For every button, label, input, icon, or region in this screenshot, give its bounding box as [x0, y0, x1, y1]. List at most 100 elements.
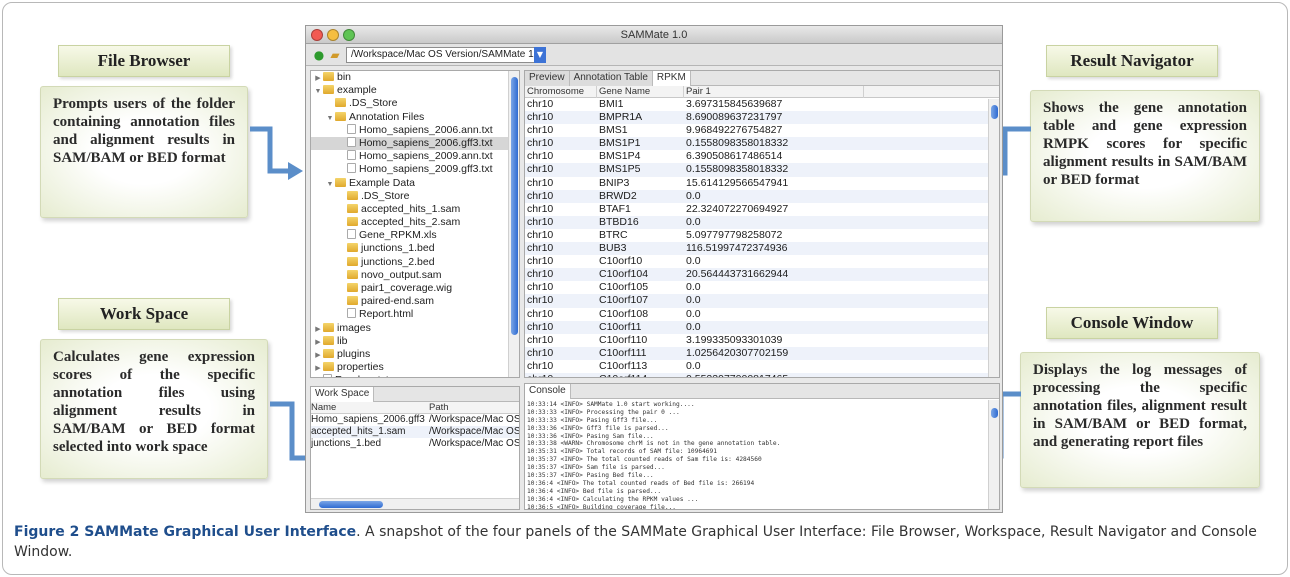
tree-item[interactable]: Homo_sapiens_2009.ann.txt [311, 150, 519, 163]
tree-item[interactable]: junctions_1.bed [311, 242, 519, 255]
table-row[interactable]: chr10 BMS1 9.968492276754827 [525, 124, 999, 137]
workspace-row[interactable]: accepted_hits_1.sam/Workspace/Mac OS [311, 426, 519, 438]
tree-item[interactable]: junctions_2.bed [311, 256, 519, 269]
tree-item[interactable]: .DS_Store [311, 97, 519, 110]
col-gene-name[interactable]: Gene Name [597, 86, 684, 98]
file-browser-scrollbar[interactable] [508, 71, 519, 377]
tree-item[interactable]: paired-end.sam [311, 295, 519, 308]
console-line: 10:33:36 <INFO> Pasing Sam file... [527, 432, 654, 440]
table-row[interactable]: chr10 C10orf105 0.0 [525, 281, 999, 294]
table-row[interactable]: chr10 BNIP3 15.614129566547941 [525, 177, 999, 190]
col-chromosome[interactable]: Chromosome [525, 86, 597, 98]
table-row[interactable]: chr10 C10orf111 1.0256420307702159 [525, 346, 999, 360]
tree-item[interactable]: novo_output.sam [311, 269, 519, 282]
folder-icon [347, 243, 358, 253]
disclosure-closed-icon[interactable]: ▶ [313, 72, 323, 85]
window-titlebar: SAMMate 1.0 [306, 26, 1002, 44]
table-row[interactable]: chr10 BTAF1 22.324072270694927 [525, 203, 999, 216]
cell-chromosome: chr10 [527, 137, 554, 150]
tree-item[interactable]: Readme.txt [311, 374, 519, 377]
cell-gene-name: C10orf111 [599, 346, 647, 359]
tree-item[interactable]: accepted_hits_1.sam [311, 203, 519, 216]
tree-item[interactable]: ▼ Example Data [311, 177, 519, 190]
workspace-panel: Work Space Name Path Homo_sapiens_2006.gf… [310, 386, 520, 510]
run-icon[interactable]: ● [312, 48, 326, 62]
workspace-col-name[interactable]: Name [311, 402, 429, 414]
minimize-window-button[interactable] [327, 29, 339, 41]
workspace-col-path[interactable]: Path [429, 402, 519, 414]
cell-gene-name: BMI1 [599, 98, 624, 110]
tree-item[interactable]: Homo_sapiens_2006.ann.txt [311, 123, 519, 137]
tree-item[interactable]: Homo_sapiens_2009.gff3.txt [311, 163, 519, 176]
cell-chromosome: chr10 [527, 202, 554, 215]
tab-rpkm[interactable]: RPKM [652, 71, 691, 86]
chevron-down-icon[interactable]: ▼ [534, 47, 546, 63]
workspace-scrollbar[interactable] [311, 498, 519, 509]
tree-item[interactable]: ▶ plugins [311, 348, 519, 361]
console-line: 10:33:33 <INFO> Processing the pair 0 ..… [527, 408, 680, 416]
table-row[interactable]: chr10 BMPR1A 8.690089637231797 [525, 111, 999, 125]
cell-gene-name: BMS1 [599, 124, 628, 137]
tree-item[interactable]: Homo_sapiens_2006.gff3.txt [311, 136, 519, 151]
tree-item[interactable]: Report.html [311, 308, 519, 321]
table-row[interactable]: chr10 C10orf11 0.0 [525, 320, 999, 334]
tab-work-space[interactable]: Work Space [311, 387, 375, 402]
tree-item[interactable]: ▶ bin [311, 71, 519, 84]
tree-item-label: properties [337, 361, 384, 374]
table-row[interactable]: chr10 BRWD2 0.0 [525, 189, 999, 203]
disclosure-open-icon[interactable]: ▼ [325, 112, 335, 125]
col-pair-1[interactable]: Pair 1 [684, 86, 864, 98]
table-row[interactable]: chr10 BTBD16 0.0 [525, 215, 999, 229]
table-row[interactable]: chr10 BMI1 3.697315845639687 [525, 98, 999, 111]
tree-item[interactable]: ▼ Annotation Files [311, 111, 519, 124]
tree-item[interactable]: ▶ properties [311, 361, 519, 374]
tab-preview[interactable]: Preview [525, 71, 570, 86]
folder-icon [347, 283, 358, 292]
tree-item[interactable]: ▶ images [311, 322, 519, 335]
table-row[interactable]: chr10 C10orf107 0.0 [525, 294, 999, 308]
table-row[interactable]: chr10 C10orf113 0.0 [525, 360, 999, 373]
folder-icon [335, 98, 346, 108]
tree-item[interactable]: Gene_RPKM.xls [311, 229, 519, 242]
table-row[interactable]: chr10 BUB3 116.51997472374936 [525, 242, 999, 256]
table-row[interactable]: chr10 C10orf108 0.0 [525, 308, 999, 321]
tree-item-label: Annotation Files [349, 110, 425, 123]
tree-item-label: Example Data [349, 176, 415, 189]
result-scrollbar[interactable] [988, 99, 999, 377]
tab-annotation-table[interactable]: Annotation Table [569, 71, 653, 86]
zoom-window-button[interactable] [343, 29, 355, 41]
cell-pair-1: 3.697315845639687 [686, 98, 783, 110]
workspace-row[interactable]: Homo_sapiens_2006.gff3/Workspace/Mac OS [311, 414, 519, 426]
disclosure-open-icon[interactable]: ▼ [313, 85, 323, 98]
folder-icon [323, 348, 334, 358]
console-scrollbar[interactable] [988, 400, 999, 509]
file-icon [347, 136, 356, 147]
table-row[interactable]: chr10 BTRC 5.097797798258072 [525, 229, 999, 242]
cell-gene-name: BTAF1 [599, 202, 631, 215]
table-row[interactable]: chr10 C10orf110 3.199335093301039 [525, 334, 999, 347]
tree-item-label: junctions_2.bed [361, 255, 435, 268]
table-row[interactable]: chr10 BMS1P5 0.1558098358018332 [525, 163, 999, 177]
disclosure-closed-icon[interactable]: ▶ [313, 349, 323, 362]
tree-item[interactable]: ▼ example [311, 84, 519, 97]
table-row[interactable]: chr10 C10orf10 0.0 [525, 255, 999, 268]
disclosure-closed-icon[interactable]: ▶ [313, 336, 323, 349]
file-icon [323, 374, 332, 377]
disclosure-open-icon[interactable]: ▼ [325, 178, 335, 191]
tree-item[interactable]: pair1_coverage.wig [311, 282, 519, 295]
disclosure-closed-icon[interactable]: ▶ [313, 362, 323, 375]
table-row[interactable]: chr10C10orf1140.5523977000817465 [525, 372, 999, 377]
tree-item[interactable]: ▶ lib [311, 335, 519, 348]
table-row[interactable]: chr10 BMS1P4 6.390508617486514 [525, 150, 999, 163]
tab-console[interactable]: Console [525, 384, 571, 399]
table-row[interactable]: chr10 C10orf104 20.564443731662944 [525, 268, 999, 282]
path-selector[interactable]: /Workspace/Mac OS Version/SAMMate 1.0 [346, 47, 544, 63]
open-folder-icon[interactable]: ▰ [328, 48, 342, 62]
table-row[interactable]: chr10 BMS1P1 0.1558098358018332 [525, 137, 999, 151]
workspace-cell-path: /Workspace/Mac OS [429, 426, 519, 437]
close-window-button[interactable] [311, 29, 323, 41]
tree-item[interactable]: accepted_hits_2.sam [311, 216, 519, 229]
disclosure-closed-icon[interactable]: ▶ [313, 323, 323, 336]
workspace-row[interactable]: junctions_1.bed/Workspace/Mac OS [311, 438, 519, 450]
tree-item[interactable]: .DS_Store [311, 190, 519, 203]
